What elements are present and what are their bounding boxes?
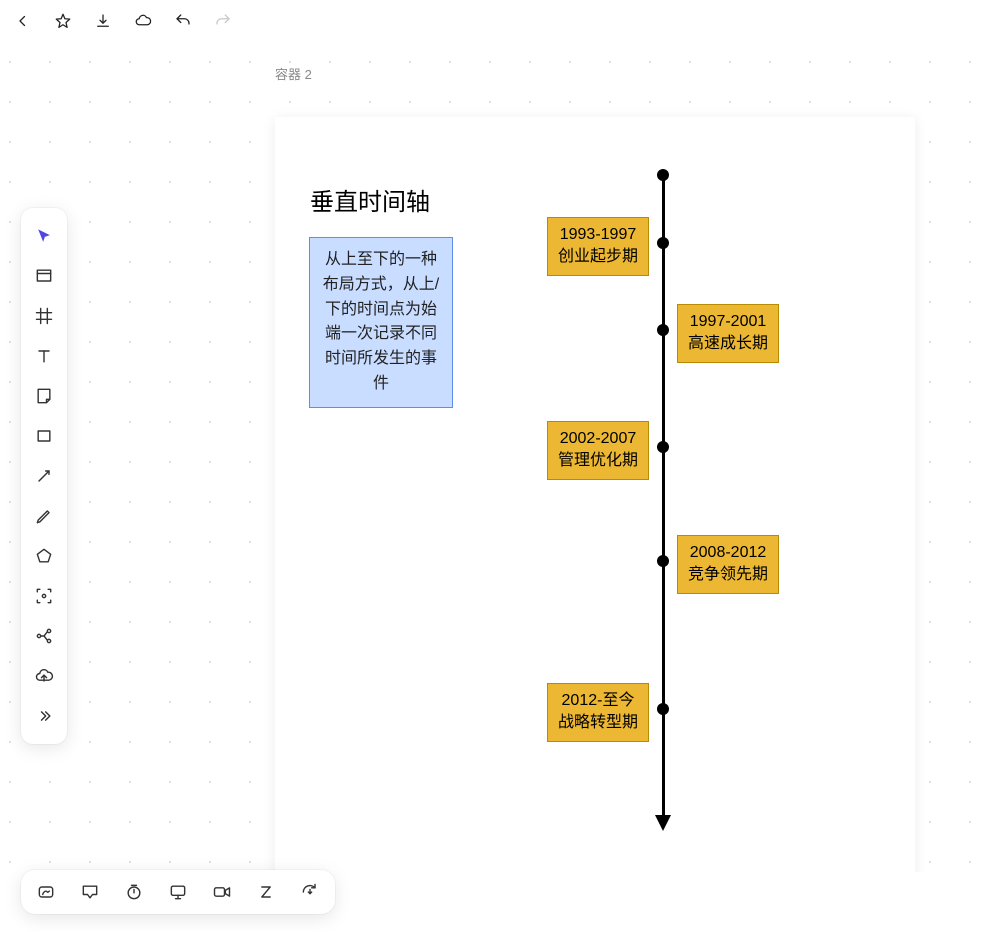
document-container[interactable]: 垂直时间轴从上至下的一种布局方式，从上/下的时间点为始端一次记录不同时间所发生的… bbox=[275, 117, 915, 872]
timeline-axis bbox=[662, 172, 665, 817]
timeline-event[interactable]: 1997-2001高速成长期 bbox=[677, 304, 779, 363]
timeline-event[interactable]: 1993-1997创业起步期 bbox=[547, 217, 649, 276]
timeline-dot bbox=[657, 324, 669, 336]
z-button[interactable] bbox=[253, 879, 279, 905]
timeline-arrow-icon bbox=[655, 815, 671, 831]
container-label: 容器 2 bbox=[275, 64, 312, 83]
star-button[interactable] bbox=[50, 8, 76, 34]
style-button[interactable] bbox=[33, 879, 59, 905]
frame-tool[interactable] bbox=[28, 260, 60, 292]
timeline-dot bbox=[657, 555, 669, 567]
refresh-button[interactable] bbox=[297, 879, 323, 905]
timeline-event[interactable]: 2012-至今战略转型期 bbox=[547, 683, 649, 742]
description-box[interactable]: 从上至下的一种布局方式，从上/下的时间点为始端一次记录不同时间所发生的事件 bbox=[309, 237, 453, 408]
top-toolbar bbox=[0, 0, 1005, 42]
timer-button[interactable] bbox=[121, 879, 147, 905]
polygon-tool[interactable] bbox=[28, 540, 60, 572]
text-tool[interactable] bbox=[28, 340, 60, 372]
rectangle-tool[interactable] bbox=[28, 420, 60, 452]
canvas-stage[interactable]: 容器 2 垂直时间轴从上至下的一种布局方式，从上/下的时间点为始端一次记录不同时… bbox=[0, 42, 1005, 872]
bottom-toolbar bbox=[21, 870, 335, 914]
timeline-dot bbox=[657, 703, 669, 715]
timeline-dot bbox=[657, 441, 669, 453]
mindmap-tool[interactable] bbox=[28, 620, 60, 652]
download-button[interactable] bbox=[90, 8, 116, 34]
line-tool[interactable] bbox=[28, 460, 60, 492]
timeline-event[interactable]: 2002-2007管理优化期 bbox=[547, 421, 649, 480]
pencil-tool[interactable] bbox=[28, 500, 60, 532]
timeline-start-dot bbox=[657, 169, 669, 181]
cloud-upload-tool[interactable] bbox=[28, 660, 60, 692]
doc-title: 垂直时间轴 bbox=[310, 182, 430, 217]
crop-tool[interactable] bbox=[28, 300, 60, 332]
comment-button[interactable] bbox=[77, 879, 103, 905]
present-button[interactable] bbox=[165, 879, 191, 905]
timeline-event[interactable]: 2008-2012竞争领先期 bbox=[677, 535, 779, 594]
pointer-tool[interactable] bbox=[28, 220, 60, 252]
left-tool-palette bbox=[21, 208, 67, 744]
undo-button[interactable] bbox=[170, 8, 196, 34]
record-button[interactable] bbox=[209, 879, 235, 905]
timeline-dot bbox=[657, 237, 669, 249]
scan-tool[interactable] bbox=[28, 580, 60, 612]
redo-button[interactable] bbox=[210, 8, 236, 34]
back-button[interactable] bbox=[10, 8, 36, 34]
more-tool[interactable] bbox=[28, 700, 60, 732]
note-tool[interactable] bbox=[28, 380, 60, 412]
cloud-button[interactable] bbox=[130, 8, 156, 34]
